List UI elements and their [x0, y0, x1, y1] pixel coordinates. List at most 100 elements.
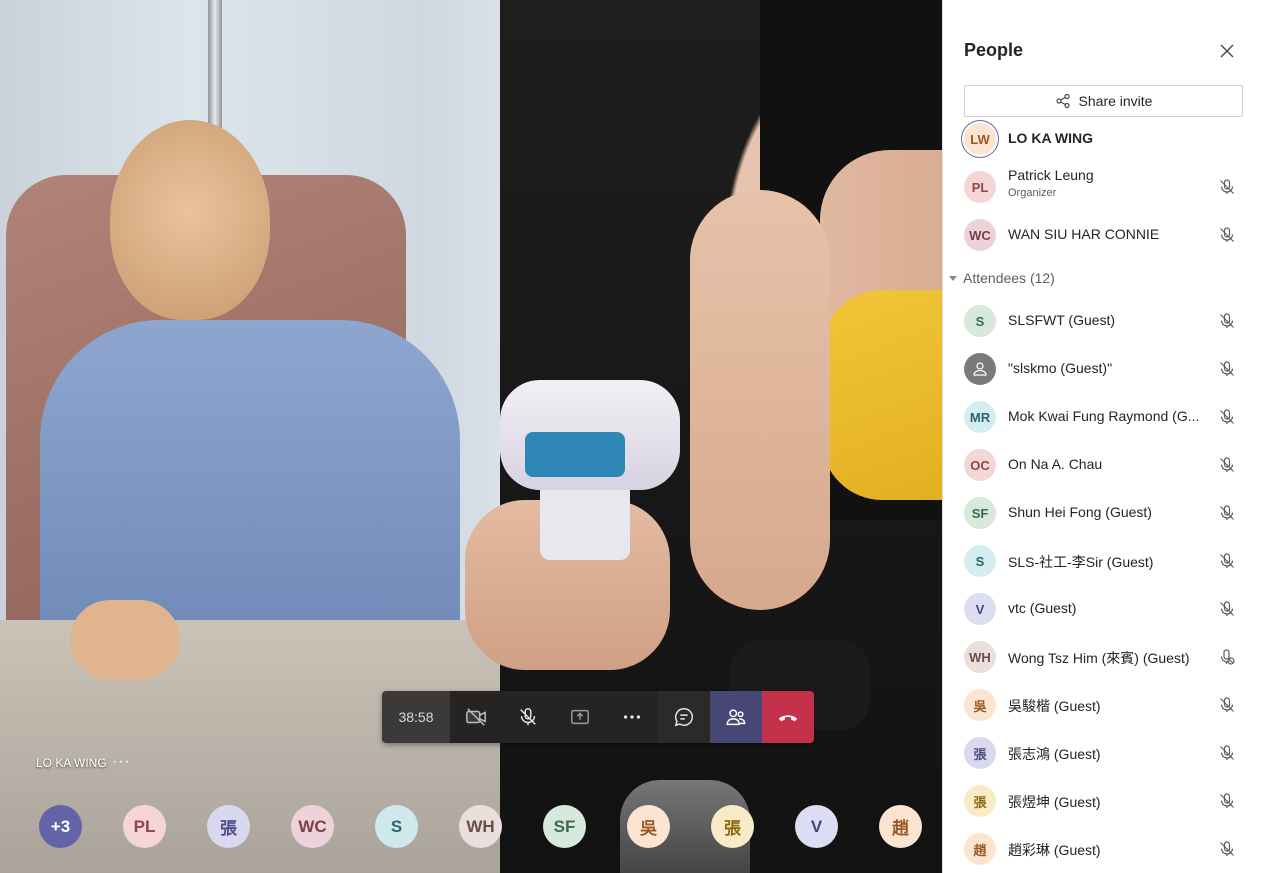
participant-avatar: S — [964, 305, 996, 337]
participant-avatar: OC — [964, 449, 996, 481]
strip-avatar[interactable]: 張 — [207, 805, 250, 848]
participant-row[interactable]: PL Patrick Leung Organizer — [943, 163, 1265, 211]
participant-row[interactable]: "slskmo (Guest)" — [943, 345, 1265, 393]
mic-off-icon — [1220, 179, 1234, 194]
camera-toggle-button[interactable] — [450, 691, 502, 743]
participant-name: SLSFWT (Guest) — [1008, 312, 1116, 328]
participant-name: On Na A. Chau — [1008, 456, 1103, 472]
mic-off-icon — [1220, 601, 1234, 616]
participant-name: SLS-社工-李Sir (Guest) — [1008, 554, 1154, 570]
people-icon — [726, 709, 746, 726]
participant-avatar: LW — [964, 123, 996, 155]
mic-off-icon — [1220, 457, 1234, 472]
more-actions-button[interactable] — [606, 691, 658, 743]
strip-avatar[interactable]: 趙 — [879, 805, 922, 848]
share-tray-icon — [571, 709, 589, 725]
participant-name: vtc (Guest) — [1008, 600, 1077, 616]
participant-row[interactable]: S SLS-社工-李Sir (Guest) — [943, 537, 1265, 585]
mic-off-icon — [520, 708, 536, 726]
participant-avatar: 趙 — [964, 833, 996, 865]
participant-name: Patrick Leung — [1008, 167, 1094, 183]
call-timer: 38:58 — [382, 691, 450, 743]
teams-meeting-window: 38:58 LO KA WING ··· +3 PL 張 WC S WH SF … — [0, 0, 1265, 873]
mic-off-icon — [1220, 553, 1234, 568]
chat-icon — [674, 708, 693, 727]
hang-up-button[interactable] — [762, 691, 814, 743]
close-icon[interactable] — [1217, 41, 1237, 61]
participant-name: 張志鴻 (Guest) — [1008, 746, 1101, 762]
strip-avatar[interactable]: S — [375, 805, 418, 848]
more-icon — [623, 715, 641, 719]
attendees-header[interactable]: Attendees (12) — [949, 270, 1055, 286]
participant-avatar: 張 — [964, 785, 996, 817]
participant-row[interactable]: SF Shun Hei Fong (Guest) — [943, 489, 1265, 537]
mic-toggle-button[interactable] — [502, 691, 554, 743]
participant-name: 吳駿楷 (Guest) — [1008, 698, 1101, 714]
video-mannequin-hands — [70, 600, 180, 680]
strip-avatar[interactable]: WC — [291, 805, 334, 848]
mic-off-icon — [1220, 697, 1234, 712]
strip-avatar[interactable]: PL — [123, 805, 166, 848]
share-icon — [1055, 93, 1070, 109]
participant-avatar: 吳 — [964, 689, 996, 721]
media-controls — [450, 691, 658, 743]
participant-avatar-strip: +3 PL 張 WC S WH SF 吳張 V 趙 — [39, 805, 929, 849]
participant-row[interactable]: WH Wong Tsz Him (來賓) (Guest) — [943, 633, 1265, 681]
hang-up-icon — [778, 715, 798, 722]
people-panel: People Share invite LW LO KA WING PL Patric… — [942, 0, 1265, 873]
share-invite-button[interactable]: Share invite — [964, 85, 1243, 117]
share-screen-button[interactable] — [554, 691, 606, 743]
participants-button[interactable] — [710, 691, 762, 743]
participant-avatar: 張 — [964, 737, 996, 769]
strip-avatar[interactable]: 吳 — [627, 805, 670, 848]
video-person-hand — [690, 190, 830, 610]
strip-avatar[interactable]: +3 — [39, 805, 82, 848]
participant-avatar: SF — [964, 497, 996, 529]
self-video-more-button[interactable]: ··· — [112, 753, 131, 771]
person-icon — [964, 353, 996, 385]
participant-row[interactable]: LW LO KA WING — [943, 115, 1265, 163]
mic-off-icon — [1220, 313, 1234, 328]
video-thermometer-screen — [525, 432, 625, 477]
participant-name: 趙彩琳 (Guest) — [1008, 842, 1101, 858]
participant-avatar: V — [964, 593, 996, 625]
participant-row[interactable]: OC On Na A. Chau — [943, 441, 1265, 489]
participant-row[interactable]: 吳吳駿楷 (Guest) — [943, 681, 1265, 729]
participant-avatar: PL — [964, 171, 996, 203]
mic-off-icon — [1220, 361, 1234, 376]
participant-row[interactable]: Vvtc (Guest) — [943, 585, 1265, 633]
participant-name: "slskmo (Guest)" — [1008, 360, 1113, 376]
camera-off-icon — [466, 708, 486, 726]
strip-avatar[interactable]: SF — [543, 805, 586, 848]
participant-row[interactable]: 張張煜坤 (Guest) — [943, 777, 1265, 825]
call-controls-bar: 38:58 — [382, 691, 814, 743]
attendees-header-label: Attendees (12) — [963, 270, 1055, 286]
participant-row[interactable]: 趙趙彩琳 (Guest) — [943, 825, 1265, 873]
chat-button[interactable] — [658, 691, 710, 743]
caret-down-icon — [949, 275, 957, 281]
participant-avatar: MR — [964, 401, 996, 433]
participant-row[interactable]: S SLSFWT (Guest) — [943, 297, 1265, 345]
mic-off-icon — [1220, 227, 1234, 242]
participant-name: Shun Hei Fong (Guest) — [1008, 504, 1152, 520]
panel-title: People — [964, 40, 1024, 60]
participant-row[interactable]: MR Mok Kwai Fung Raymond (G... — [943, 393, 1265, 441]
strip-avatar[interactable]: 張 — [711, 805, 754, 848]
participant-name: 張煜坤 (Guest) — [1008, 794, 1101, 810]
mic-off-icon — [1220, 745, 1234, 760]
participant-row[interactable]: 張張志鴻 (Guest) — [943, 729, 1265, 777]
participant-row[interactable]: WC WAN SIU HAR CONNIE — [943, 211, 1265, 259]
video-mannequin-head — [110, 120, 270, 320]
participant-avatar: WC — [964, 219, 996, 251]
collab-controls — [658, 691, 814, 743]
strip-avatar[interactable]: V — [795, 805, 838, 848]
mic-off-icon — [1220, 409, 1234, 424]
self-video-name: LO KA WING — [36, 756, 107, 770]
strip-avatar[interactable]: WH — [459, 805, 502, 848]
mic-off-icon — [1220, 841, 1234, 856]
participant-role: Organizer — [1008, 187, 1057, 199]
share-invite-label: Share invite — [1078, 93, 1153, 109]
mic-off-icon — [1220, 505, 1234, 520]
participant-name: WAN SIU HAR CONNIE — [1008, 226, 1160, 242]
participant-avatar: WH — [964, 641, 996, 673]
